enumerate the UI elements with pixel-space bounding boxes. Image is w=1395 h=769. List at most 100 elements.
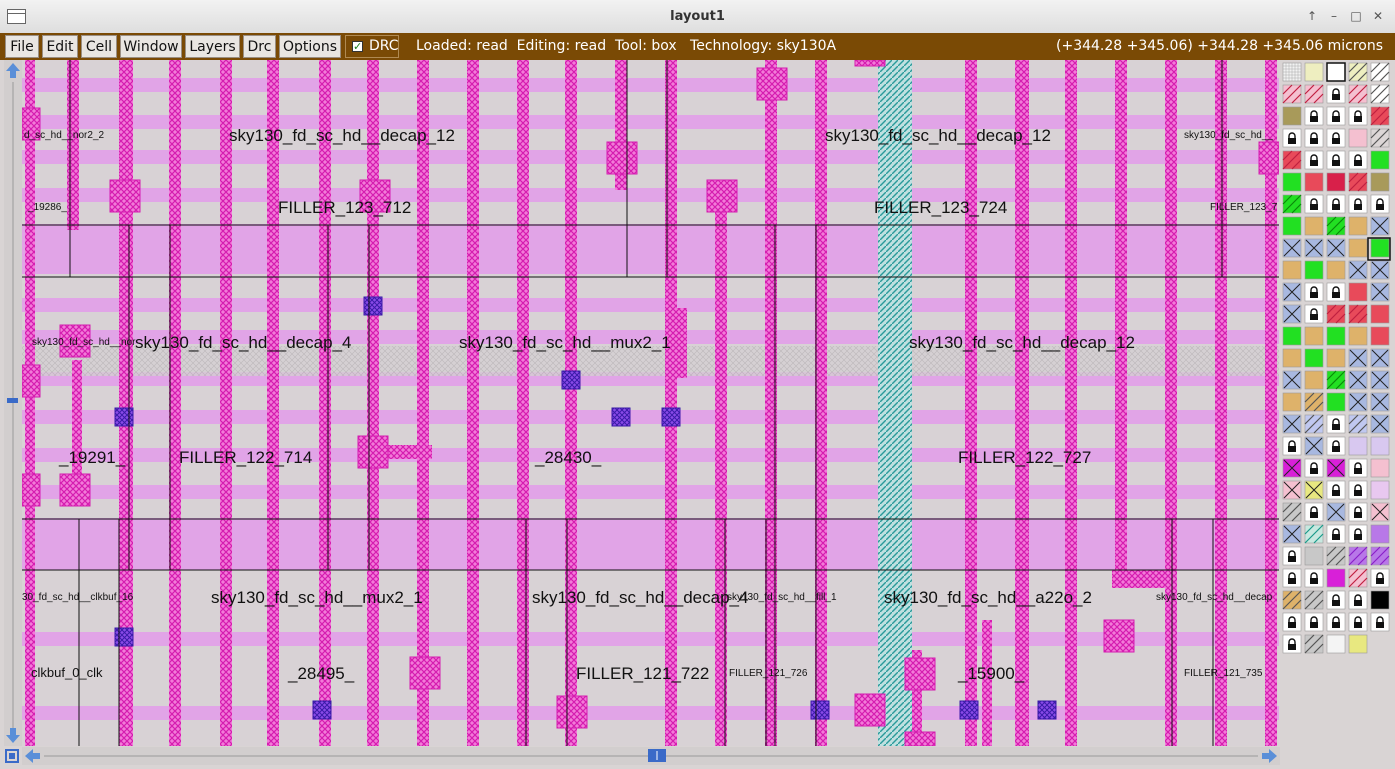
layer-swatch-cream-hatch[interactable] <box>1348 62 1368 82</box>
layer-swatch-magenta-dot[interactable] <box>1326 568 1346 588</box>
layer-swatch-grey-wave[interactable] <box>1304 590 1324 610</box>
layer-lock-icon[interactable] <box>1282 128 1302 148</box>
layer-swatch-grey-hatch[interactable] <box>1282 502 1302 522</box>
layer-swatch-x-box[interactable] <box>1348 370 1368 390</box>
layout-view[interactable]: d_sc_hd__nor2_2 sky130_fd_sc_hd__decap_1… <box>22 60 1279 746</box>
layer-swatch-outline[interactable] <box>1326 62 1346 82</box>
layer-swatch-pink-hatch[interactable] <box>1282 84 1302 104</box>
layer-swatch-pink-hatch[interactable] <box>1348 84 1368 104</box>
menu-window[interactable]: Window <box>120 35 182 58</box>
layer-swatch-tan[interactable] <box>1304 326 1324 346</box>
scroll-up-arrow-icon[interactable] <box>6 63 20 78</box>
layer-swatch-x-blue[interactable] <box>1282 282 1302 302</box>
layer-swatch-green-hatch[interactable] <box>1326 370 1346 390</box>
scroll-left-arrow-icon[interactable] <box>25 749 40 763</box>
layer-lock-icon[interactable] <box>1326 128 1346 148</box>
scroll-down-arrow-icon[interactable] <box>6 728 20 743</box>
drc-toggle[interactable]: ✓ DRC <box>345 35 399 58</box>
layer-lock-icon[interactable] <box>1326 612 1346 632</box>
layer-swatch-red-hatch[interactable] <box>1370 106 1390 126</box>
layer-swatch-tan[interactable] <box>1304 370 1324 390</box>
layer-swatch-tan[interactable] <box>1282 348 1302 368</box>
layer-swatch-x-box[interactable] <box>1282 238 1302 258</box>
layer-swatch-green-hatch[interactable] <box>1326 216 1346 236</box>
layer-swatch-pink-hatch[interactable] <box>1304 84 1324 104</box>
layer-lock-icon[interactable] <box>1282 612 1302 632</box>
layer-lock-icon[interactable] <box>1348 106 1368 126</box>
layer-swatch-x-purple[interactable] <box>1282 304 1302 324</box>
layer-swatch-tan[interactable] <box>1304 216 1324 236</box>
layer-swatch-x-purple[interactable] <box>1304 436 1324 456</box>
layer-swatch-tan-dot[interactable] <box>1348 238 1368 258</box>
layer-swatch-purple-hatch[interactable] <box>1348 546 1368 566</box>
layer-lock-icon[interactable] <box>1326 414 1346 434</box>
layer-swatch-x-blue[interactable] <box>1348 260 1368 280</box>
layer-swatch-green[interactable] <box>1282 326 1302 346</box>
layer-lock-icon[interactable] <box>1304 128 1324 148</box>
layer-swatch-lavender[interactable] <box>1370 436 1390 456</box>
layer-swatch-lavender[interactable] <box>1348 436 1368 456</box>
layer-swatch-green[interactable] <box>1326 392 1346 412</box>
layer-swatch-tan[interactable] <box>1282 392 1302 412</box>
menu-drc[interactable]: Drc <box>243 35 276 58</box>
layer-lock-icon[interactable] <box>1348 502 1368 522</box>
maximize-window-icon[interactable]: □ <box>1347 8 1365 25</box>
layer-swatch-blue-wave[interactable] <box>1348 414 1368 434</box>
layer-swatch-tan[interactable] <box>1326 260 1346 280</box>
layer-swatch-brown-hatch[interactable] <box>1370 128 1390 148</box>
layer-swatch-x-blue[interactable] <box>1370 260 1390 280</box>
layer-lock-icon[interactable] <box>1304 304 1324 324</box>
layer-swatch-lilac[interactable] <box>1370 480 1390 500</box>
layer-swatch-red[interactable] <box>1370 304 1390 324</box>
layer-swatch-green[interactable] <box>1282 172 1302 192</box>
layer-swatch-pink-x[interactable] <box>1282 480 1302 500</box>
layer-swatch-green-dot[interactable] <box>1304 260 1324 280</box>
layer-swatch-green[interactable] <box>1370 150 1390 170</box>
layer-swatch-tan-dot[interactable] <box>1282 260 1302 280</box>
layer-lock-icon[interactable] <box>1304 282 1324 302</box>
layer-lock-icon[interactable] <box>1304 150 1324 170</box>
vertical-scroll-thumb[interactable] <box>7 398 18 403</box>
vertical-scrollbar[interactable] <box>4 60 22 746</box>
layer-swatch-green-hatch[interactable] <box>1282 194 1302 214</box>
layer-lock-icon[interactable] <box>1348 612 1368 632</box>
layer-swatch-red[interactable] <box>1370 326 1390 346</box>
layer-swatch-green-dot[interactable] <box>1370 238 1390 258</box>
layer-swatch-red[interactable] <box>1348 282 1368 302</box>
layer-lock-icon[interactable] <box>1304 568 1324 588</box>
layer-lock-icon[interactable] <box>1348 590 1368 610</box>
layer-swatch-teal-hatch[interactable] <box>1304 524 1324 544</box>
layer-lock-icon[interactable] <box>1348 150 1368 170</box>
minimize-window-icon[interactable]: – <box>1325 8 1343 25</box>
layer-swatch-x-teal[interactable] <box>1304 238 1324 258</box>
layer-lock-icon[interactable] <box>1370 612 1390 632</box>
menu-layers[interactable]: Layers <box>185 35 240 58</box>
layer-swatch-x-teal[interactable] <box>1370 370 1390 390</box>
layer-swatch-black-hatch[interactable] <box>1370 84 1390 104</box>
layer-swatch-cream[interactable] <box>1304 62 1324 82</box>
layer-lock-icon[interactable] <box>1326 480 1346 500</box>
layer-swatch-blue-wave[interactable] <box>1304 414 1324 434</box>
layer-lock-icon[interactable] <box>1282 436 1302 456</box>
layer-swatch-pink-hatch[interactable] <box>1348 568 1368 588</box>
layer-swatch-grey[interactable] <box>1304 546 1324 566</box>
layer-swatch-crimson[interactable] <box>1326 172 1346 192</box>
layer-lock-icon[interactable] <box>1326 194 1346 214</box>
layer-swatch-x-mauve[interactable] <box>1282 524 1302 544</box>
layer-swatch-green[interactable] <box>1326 326 1346 346</box>
layer-lock-icon[interactable] <box>1348 480 1368 500</box>
layer-lock-icon[interactable] <box>1326 106 1346 126</box>
layer-swatch-grey-hatch[interactable] <box>1304 634 1324 654</box>
layer-lock-icon[interactable] <box>1326 436 1346 456</box>
layer-swatch-x-teal[interactable] <box>1282 414 1302 434</box>
layer-lock-icon[interactable] <box>1304 612 1324 632</box>
layer-swatch-grey-hatch[interactable] <box>1326 546 1346 566</box>
layer-swatch-black[interactable] <box>1370 590 1390 610</box>
layer-swatch-green[interactable] <box>1304 348 1324 368</box>
layer-lock-icon[interactable] <box>1326 282 1346 302</box>
layer-swatch-tan[interactable] <box>1326 348 1346 368</box>
layer-lock-icon[interactable] <box>1370 568 1390 588</box>
layer-swatch-red-hatch[interactable] <box>1348 172 1368 192</box>
menu-options[interactable]: Options <box>279 35 341 58</box>
layer-lock-icon[interactable] <box>1282 568 1302 588</box>
